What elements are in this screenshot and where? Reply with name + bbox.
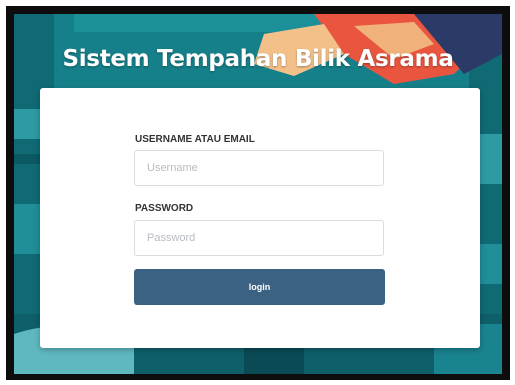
password-input[interactable] [134,220,384,256]
page-title: Sistem Tempahan Bilik Asrama [62,46,454,72]
username-label: USERNAME ATAU EMAIL [135,134,255,145]
browser-viewport: Sistem Tempahan Bilik Asrama USERNAME AT… [6,6,510,380]
login-card: USERNAME ATAU EMAIL PASSWORD login [40,88,480,348]
username-input[interactable] [134,150,384,186]
login-button[interactable]: login [134,269,385,305]
screenshot-frame: Sistem Tempahan Bilik Asrama USERNAME AT… [0,0,515,385]
password-label: PASSWORD [135,203,194,214]
